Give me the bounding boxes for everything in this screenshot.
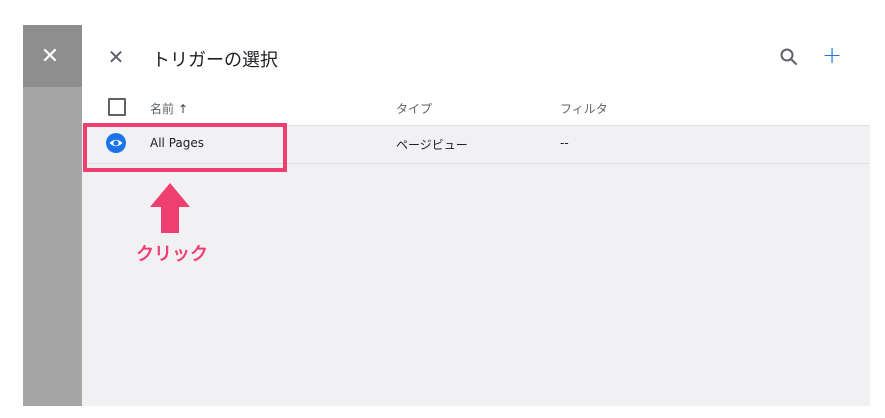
row-type: ページビュー [396, 138, 468, 152]
add-icon[interactable]: + [822, 43, 842, 67]
close-icon[interactable]: ✕ [106, 47, 126, 67]
table-header [82, 87, 870, 126]
column-header-type: タイプ [396, 102, 433, 116]
arrow-up-icon [150, 183, 190, 233]
column-header-filter: フィルタ [560, 102, 608, 116]
click-annotation-label: クリック [136, 244, 208, 265]
panel-title: トリガーの選択 [152, 50, 278, 71]
right-margin [870, 25, 885, 406]
panel-header: ✕ トリガーの選択 + [82, 25, 870, 87]
highlight-box [83, 123, 287, 172]
top-strip [0, 0, 885, 25]
sort-arrow-icon: ↑ [178, 102, 189, 116]
trigger-selection-panel: ✕ トリガーの選択 + 名前 ↑ タイプ フィルタ All Pages ページビュ… [82, 25, 870, 406]
close-icon[interactable]: ✕ [38, 45, 62, 69]
background-panel: ✕ [23, 25, 82, 406]
select-all-checkbox[interactable] [108, 98, 126, 116]
column-header-name[interactable]: 名前 ↑ [150, 100, 188, 117]
row-filter: -- [560, 136, 569, 150]
bottom-strip [0, 406, 885, 418]
search-icon[interactable] [779, 47, 799, 67]
